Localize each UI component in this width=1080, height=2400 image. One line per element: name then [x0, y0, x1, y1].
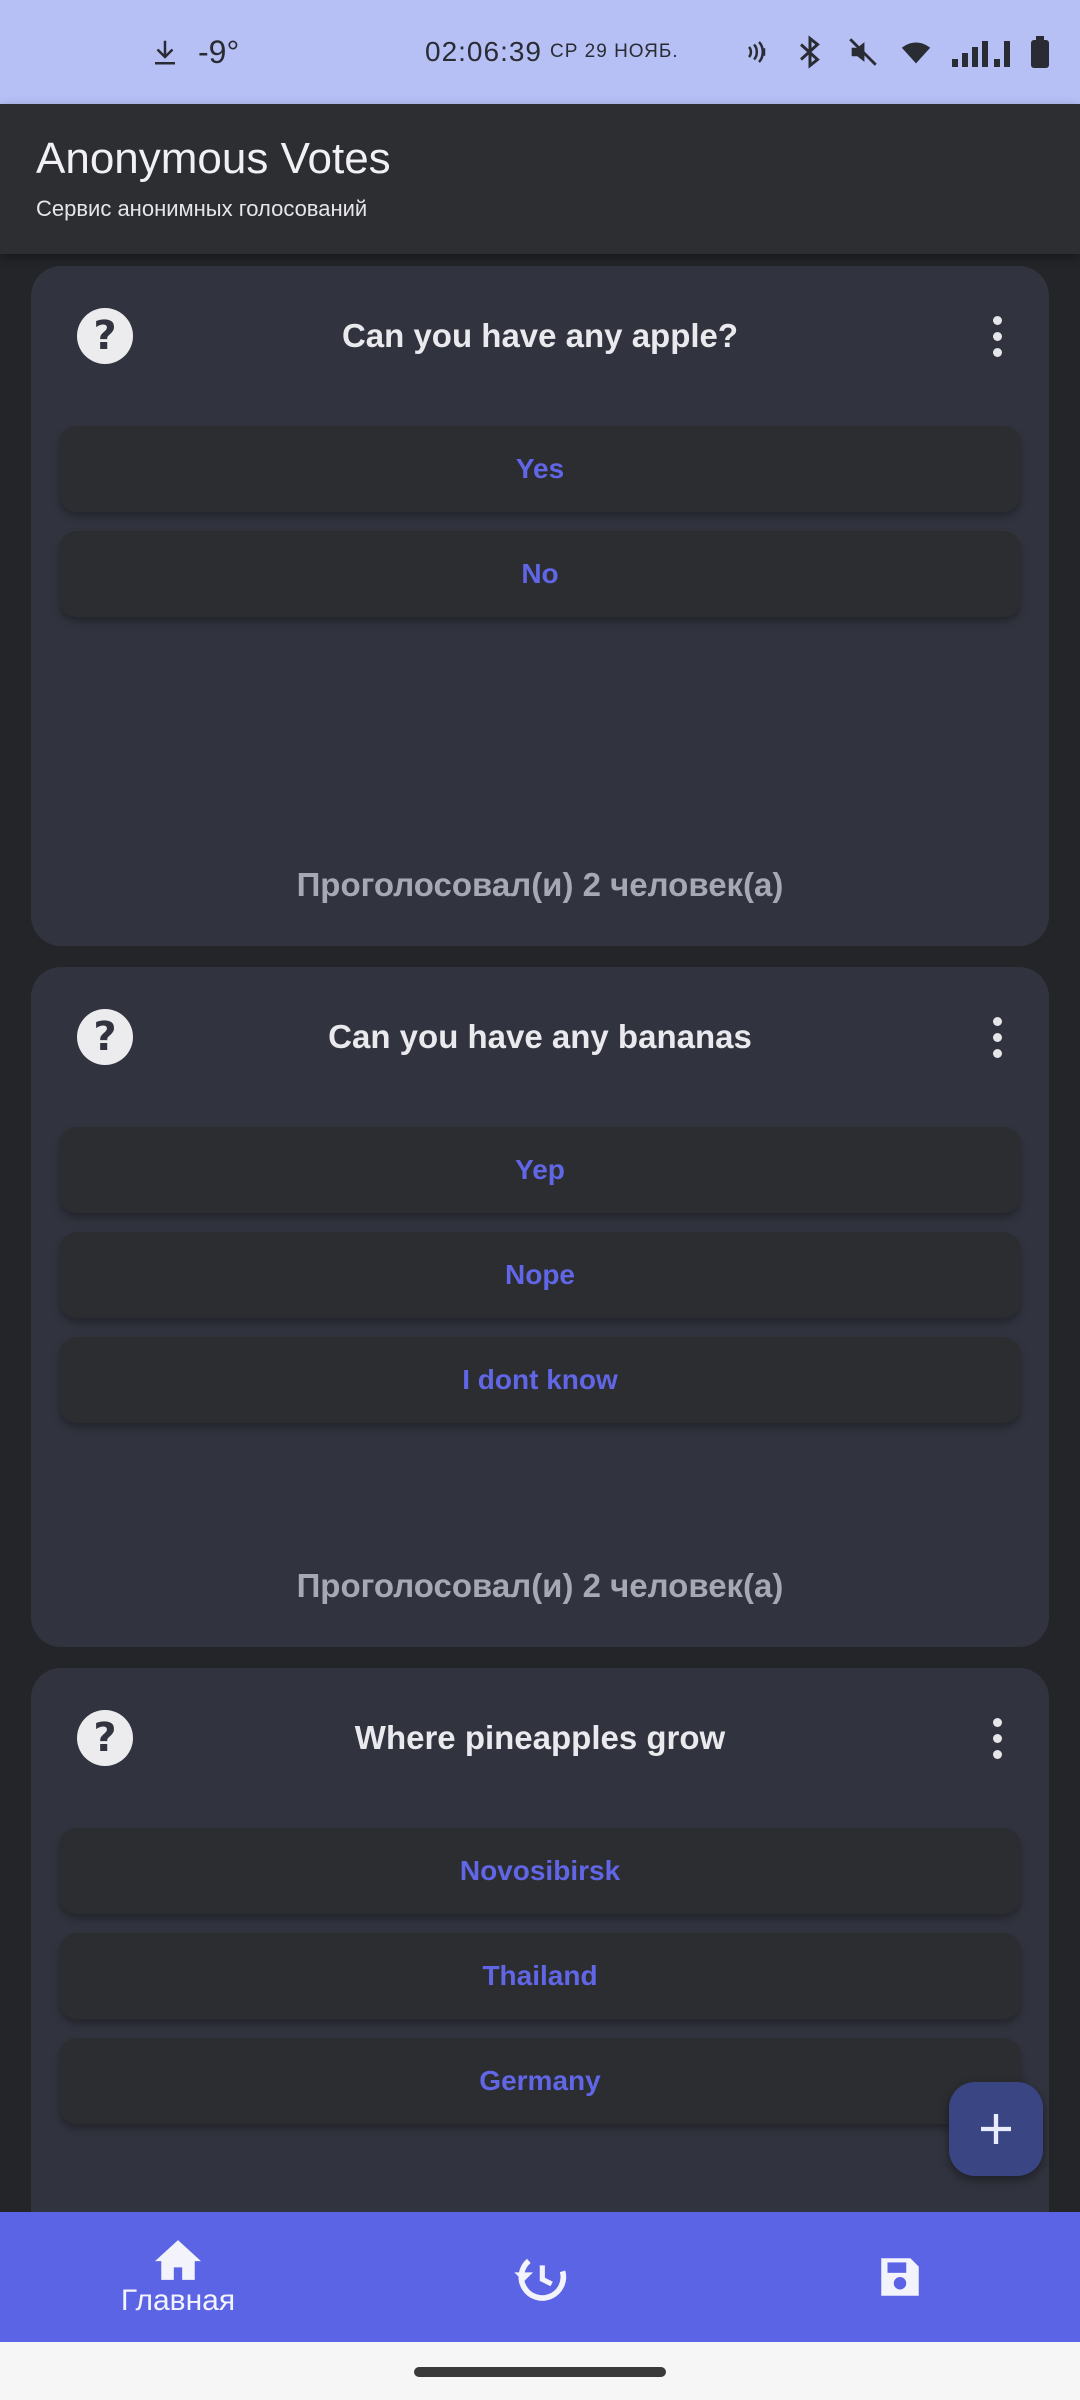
gesture-bar — [0, 2342, 1080, 2400]
wifi-icon — [901, 42, 931, 64]
plus-icon — [981, 2114, 1011, 2144]
bottom-navigation: Главная — [0, 2212, 1080, 2342]
poll-option-button[interactable]: No — [59, 531, 1021, 617]
poll-card: ? Can you have any apple? Yes No Проголо… — [31, 266, 1049, 946]
gesture-handle[interactable] — [414, 2367, 666, 2377]
poll-question: Can you have any bananas — [328, 1018, 752, 1055]
more-options-icon[interactable] — [985, 310, 1009, 362]
temperature-text: -9° — [198, 33, 240, 70]
time-text: 02:06:39 — [425, 36, 542, 67]
bluetooth-icon — [799, 35, 820, 69]
poll-option-button[interactable]: Novosibirsk — [59, 1828, 1021, 1914]
home-icon — [155, 2240, 201, 2280]
help-icon: ? — [77, 1710, 133, 1766]
help-icon: ? — [77, 308, 133, 364]
status-bar: -9° 02:06:39 СР 29 НОЯБ. — [0, 0, 1080, 104]
signal-icon — [952, 41, 1010, 67]
nav-item-history[interactable] — [480, 2212, 600, 2342]
date-text: СР 29 НОЯБ. — [550, 41, 679, 62]
status-weather: -9° — [150, 0, 239, 104]
nfc-icon — [748, 41, 766, 63]
battery-icon — [1031, 36, 1049, 68]
app-title: Anonymous Votes — [36, 134, 391, 183]
vote-count-text: Проголосовал(и) 2 человек(а) — [296, 1567, 784, 1604]
history-icon — [514, 2258, 567, 2301]
nav-home-label: Главная — [120, 2284, 236, 2317]
vote-count-text: Проголосовал(и) 2 человек(а) — [296, 866, 784, 903]
poll-option-button[interactable]: Nope — [59, 1232, 1021, 1318]
poll-option-button[interactable]: I dont know — [59, 1337, 1021, 1423]
help-icon: ? — [77, 1009, 133, 1065]
more-options-icon[interactable] — [985, 1712, 1009, 1764]
nav-item-home[interactable]: Главная — [88, 2212, 268, 2342]
poll-option-button[interactable]: Yep — [59, 1127, 1021, 1213]
poll-question: Where pineapples grow — [354, 1719, 726, 1756]
mute-icon — [849, 38, 877, 66]
poll-option-button[interactable]: Yes — [59, 426, 1021, 512]
status-icons — [744, 0, 1050, 104]
more-options-icon[interactable] — [985, 1011, 1009, 1063]
app-subtitle: Сервис анонимных голосований — [36, 196, 368, 221]
status-clock: 02:06:39 СР 29 НОЯБ. — [425, 0, 679, 104]
poll-option-button[interactable]: Germany — [59, 2038, 1021, 2124]
save-icon — [881, 2258, 919, 2296]
download-icon — [155, 40, 175, 65]
add-poll-button[interactable] — [949, 2082, 1043, 2176]
poll-card: ? Can you have any bananas Yep Nope I do… — [31, 967, 1049, 1647]
nav-item-saved[interactable] — [840, 2212, 960, 2342]
poll-option-button[interactable]: Thailand — [59, 1933, 1021, 2019]
poll-list[interactable]: ? Can you have any apple? Yes No Проголо… — [0, 254, 1080, 2212]
poll-card: ? Where pineapples grow Novosibirsk Thai… — [31, 1668, 1049, 2212]
app-bar: Anonymous Votes Сервис анонимных голосов… — [0, 104, 1080, 254]
poll-question: Can you have any apple? — [341, 317, 739, 354]
